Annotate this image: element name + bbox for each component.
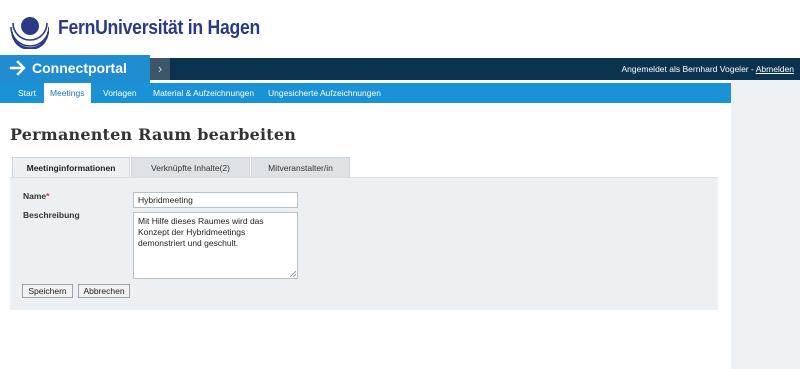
name-field[interactable]: Hybridmeeting: [133, 192, 298, 208]
cancel-button[interactable]: Abbrechen: [78, 284, 130, 298]
name-label: Name*: [23, 191, 50, 201]
required-marker: *: [46, 191, 50, 201]
site-header: FernUniversität in Hagen: [0, 0, 800, 58]
resize-handle-icon[interactable]: [290, 271, 296, 277]
user-info: Angemeldet als Bernhard Vogeler - Abmeld…: [622, 64, 794, 74]
tab-mitveranstalter[interactable]: Mitveranstalter/in: [251, 157, 350, 178]
tab-meetinginformationen[interactable]: Meetinginformationen: [12, 157, 130, 178]
right-sidebar-area: [731, 80, 800, 369]
description-label: Beschreibung: [23, 210, 80, 220]
save-button[interactable]: Speichern: [22, 284, 73, 298]
page-title: Permanenten Raum bearbeiten: [10, 125, 297, 144]
description-textarea[interactable]: Mit Hilfe dieses Raumes wird das Konzept…: [133, 212, 298, 279]
main-nav: Start Meetings Vorlagen Material & Aufze…: [0, 83, 731, 103]
portal-title: Connectportal: [32, 60, 127, 76]
university-logo-icon: [10, 17, 49, 49]
nav-material-aufzeichnungen[interactable]: Material & Aufzeichnungen: [147, 83, 260, 103]
logout-link[interactable]: Abmelden: [756, 64, 794, 74]
logged-in-as-text: Angemeldet als Bernhard Vogeler -: [621, 64, 756, 74]
chevron-right-icon[interactable]: ›: [150, 58, 170, 80]
nav-start[interactable]: Start: [12, 83, 42, 103]
university-name: FernUniversität in Hagen: [58, 17, 260, 39]
nav-vorlagen[interactable]: Vorlagen: [97, 83, 143, 103]
meeting-form-panel: Name* Hybridmeeting Beschreibung Mit Hil…: [10, 177, 718, 310]
tab-verknuepfte-inhalte[interactable]: Verknüpfte Inhalte(2): [131, 157, 250, 178]
nav-meetings[interactable]: Meetings: [44, 83, 91, 103]
description-text: Mit Hilfe dieses Raumes wird das Konzept…: [138, 216, 264, 248]
arrow-right-icon: [9, 60, 26, 76]
nav-ungesicherte-aufzeichnungen[interactable]: Ungesicherte Aufzeichnungen: [262, 83, 387, 103]
portal-brand[interactable]: Connectportal: [0, 55, 150, 83]
